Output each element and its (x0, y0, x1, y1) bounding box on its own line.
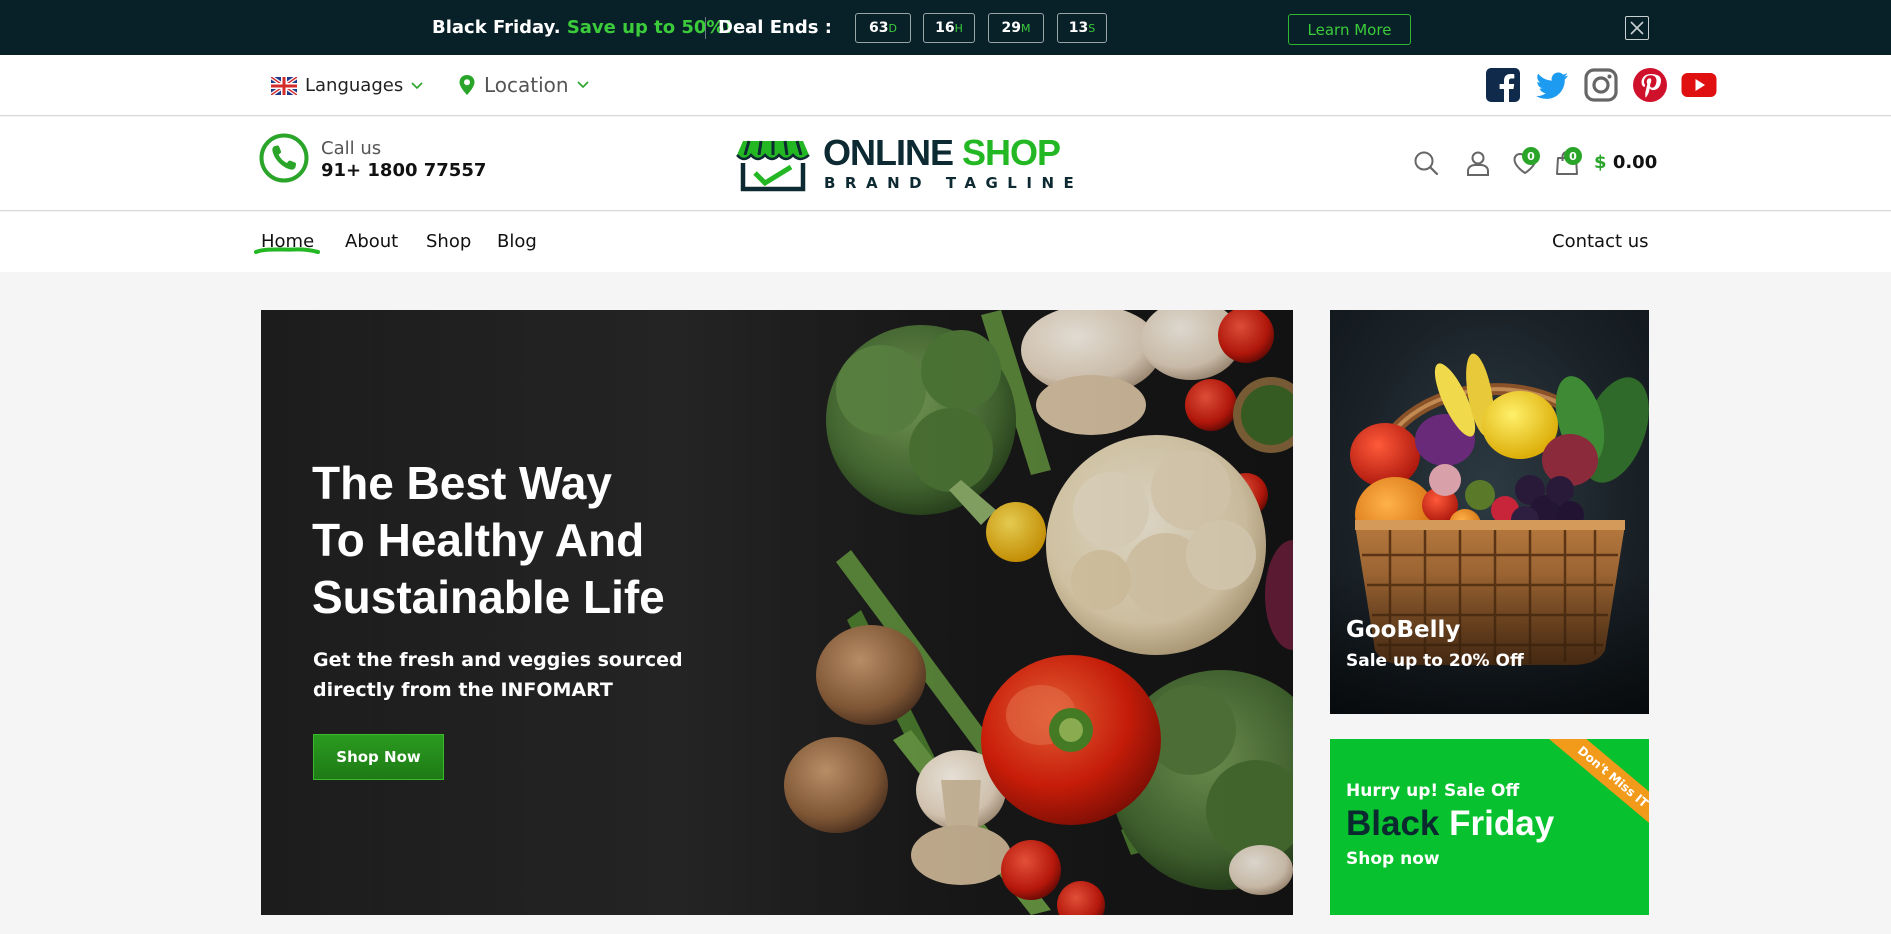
promo-message: Black Friday. Save up to 50%! (432, 17, 733, 38)
location-label: Location (484, 73, 569, 97)
user-account-icon[interactable] (1464, 149, 1492, 177)
countdown-value: 13 (1068, 20, 1089, 36)
countdown-unit: H (954, 21, 963, 35)
shop-now-button[interactable]: Shop Now (313, 734, 444, 780)
utility-bar: Languages Location (0, 55, 1891, 116)
brand-tagline: BRAND TAGLINE (824, 174, 1084, 192)
countdown-value: 63 (869, 20, 889, 36)
bf-title-friday: Friday (1449, 804, 1555, 843)
active-nav-underline (254, 247, 320, 254)
shop-logo-icon[interactable] (735, 133, 811, 193)
bf-shop-now-link[interactable]: Shop now (1346, 849, 1440, 869)
goobelly-promo-card[interactable]: GooBelly Sale up to 20% Off (1330, 310, 1649, 714)
logo-word-online: ONLINE (823, 132, 954, 173)
site-header: Call us 91+ 1800 77557 ONLINE SHOP BRAND… (0, 117, 1891, 211)
twitter-icon (1536, 72, 1568, 99)
bf-title-black: Black (1346, 804, 1440, 843)
location-pin-icon (459, 75, 475, 95)
language-label: Languages (305, 75, 404, 96)
hero-title-line: The Best Way (312, 457, 612, 509)
learn-more-button[interactable]: Learn More (1288, 14, 1411, 45)
bf-title: Black Friday (1346, 804, 1554, 844)
promo-headline: Black Friday. (432, 17, 561, 38)
countdown-seconds: 13 S (1057, 13, 1107, 43)
chevron-down-icon (411, 81, 423, 89)
instagram-icon (1584, 68, 1618, 102)
location-selector[interactable]: Location (458, 73, 589, 97)
facebook-link[interactable] (1485, 67, 1521, 103)
hero-title-line: Sustainable Life (312, 571, 665, 623)
logo-wordmark[interactable]: ONLINE SHOP (823, 132, 1061, 174)
countdown-unit: S (1088, 21, 1096, 35)
basket-card-subtitle: Sale up to 20% Off (1346, 651, 1524, 671)
call-label: Call us (321, 138, 382, 159)
nav-item-shop[interactable]: Shop (426, 231, 471, 252)
search-icon[interactable] (1412, 149, 1440, 177)
cart-total[interactable]: $ 0.00 (1594, 152, 1657, 173)
pinterest-link[interactable] (1632, 67, 1668, 103)
instagram-link[interactable] (1583, 67, 1619, 103)
twitter-link[interactable] (1534, 67, 1570, 103)
deal-ends-label: Deal Ends : (718, 17, 832, 38)
countdown-unit: D (888, 21, 897, 35)
black-friday-promo-card[interactable]: Don't Miss IT Hurry up! Sale Off Black F… (1330, 739, 1649, 915)
social-links (1485, 67, 1717, 103)
phone-icon (259, 133, 309, 183)
cart-total-amount: 0.00 (1612, 152, 1658, 173)
hero-title: The Best Way To Healthy And Sustainable … (312, 455, 772, 626)
youtube-link[interactable] (1681, 67, 1717, 103)
wishlist-count-badge: 0 (1522, 147, 1540, 165)
main-nav: Home About Shop Blog Contact us (0, 212, 1891, 272)
hero-subtitle-line: directly from the INFOMART (313, 679, 613, 701)
promo-bar: Black Friday. Save up to 50%! Deal Ends … (0, 0, 1891, 55)
nav-item-blog[interactable]: Blog (497, 231, 537, 252)
youtube-icon (1681, 73, 1717, 97)
countdown-value: 16 (935, 20, 955, 36)
hero-subtitle-line: Get the fresh and veggies sourced (313, 649, 683, 671)
close-icon (1630, 21, 1644, 35)
promo-divider (705, 17, 706, 39)
countdown-minutes: 29 M (988, 13, 1044, 43)
uk-flag-icon (271, 76, 297, 95)
pinterest-icon (1633, 68, 1667, 102)
chevron-down-icon (577, 81, 589, 89)
currency-symbol: $ (1594, 152, 1607, 173)
countdown-value: 29 (1001, 20, 1021, 36)
language-selector[interactable]: Languages (271, 75, 423, 96)
cart-count-badge: 0 (1564, 147, 1582, 165)
countdown-unit: M (1020, 21, 1031, 35)
promo-highlight: Save up to 50%! (566, 17, 733, 38)
nav-item-contact[interactable]: Contact us (1552, 231, 1649, 252)
close-promo-button[interactable] (1625, 16, 1649, 40)
basket-card-title: GooBelly (1346, 617, 1461, 643)
countdown-hours: 16 H (923, 13, 975, 43)
bf-hurry-text: Hurry up! Sale Off (1346, 781, 1520, 801)
logo-word-shop: SHOP (962, 132, 1061, 173)
hero-title-line: To Healthy And (312, 514, 645, 566)
facebook-icon (1486, 68, 1520, 103)
nav-item-about[interactable]: About (345, 231, 398, 252)
hero-banner: The Best Way To Healthy And Sustainable … (261, 310, 1293, 915)
call-number[interactable]: 91+ 1800 77557 (321, 160, 486, 181)
countdown-days: 63 D (855, 13, 911, 43)
hero-subtitle: Get the fresh and veggies sourced direct… (313, 645, 733, 705)
